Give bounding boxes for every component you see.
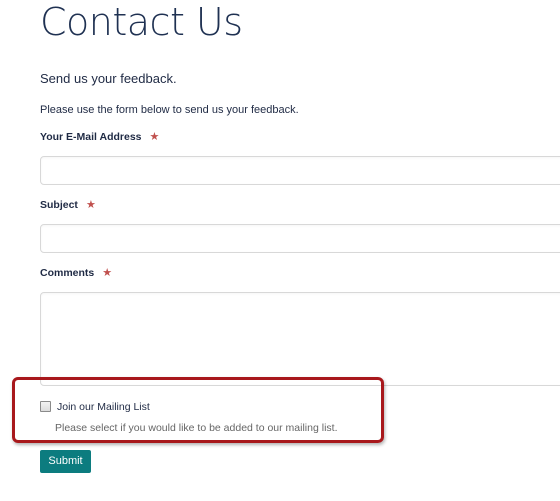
comments-label: Comments ★ <box>40 266 112 279</box>
subject-label-text: Subject <box>40 199 78 211</box>
page-title: Contact Us <box>40 0 243 44</box>
required-star-icon: ★ <box>85 199 96 211</box>
email-label-text: Your E-Mail Address <box>40 131 142 143</box>
comments-textarea[interactable] <box>40 292 560 386</box>
required-star-icon: ★ <box>149 131 160 143</box>
form-intro: Please use the form below to send us you… <box>40 104 299 116</box>
email-label: Your E-Mail Address ★ <box>40 130 159 143</box>
comments-label-text: Comments <box>40 267 95 279</box>
email-field[interactable] <box>40 156 560 185</box>
page-subtitle: Send us your feedback. <box>40 71 177 86</box>
submit-button[interactable]: Submit <box>40 450 91 473</box>
subject-field[interactable] <box>40 224 560 253</box>
contact-page: Contact Us Send us your feedback. Please… <box>0 0 560 501</box>
required-star-icon: ★ <box>102 267 113 279</box>
highlight-box <box>12 377 384 443</box>
subject-label: Subject ★ <box>40 198 96 211</box>
